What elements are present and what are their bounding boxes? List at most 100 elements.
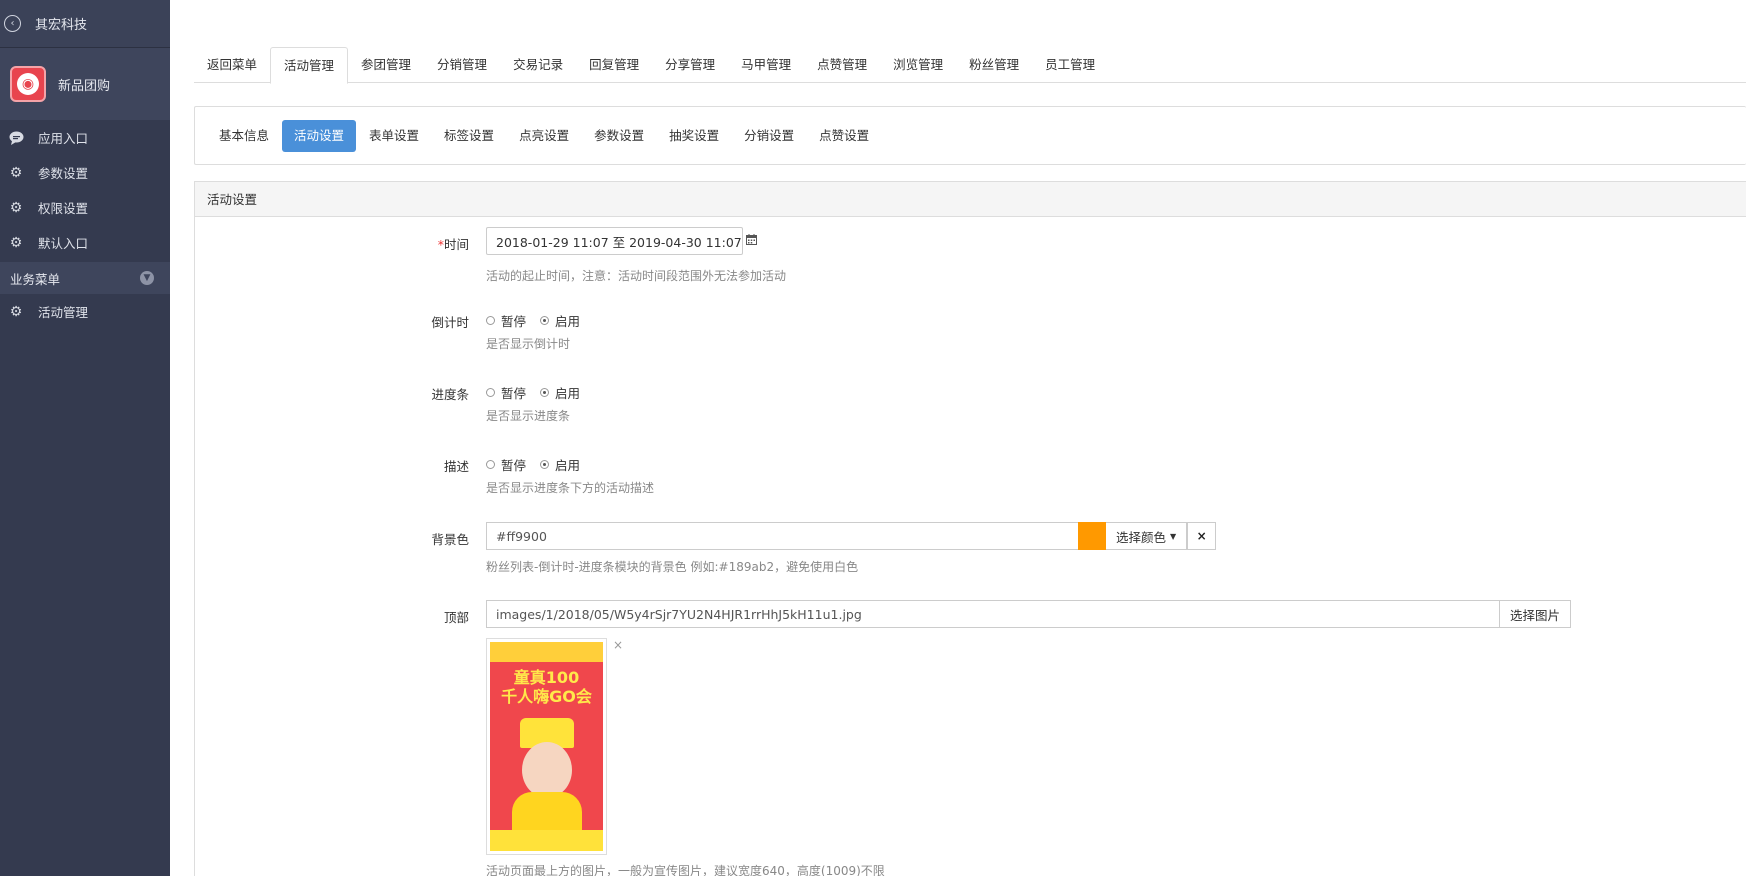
subtab-form-settings[interactable]: 表单设置 [357,120,431,152]
time-label: *时间 [438,234,469,253]
bgcolor-help: 粉丝列表-倒计时-进度条模块的背景色 例如:#189ab2，避免使用白色 [486,560,859,574]
desc-label: 描述 [443,459,469,474]
calendar-icon [745,234,757,248]
sidebar: ‹ 其宏科技 ◉ 新品团购 应用入口 ⚙ 参数设置 ⚙ 权限设置 ⚙ 默认入口 … [0,0,170,876]
clear-color-button[interactable]: × [1187,522,1217,550]
bgcolor-input[interactable]: #ff9900 [486,522,1078,550]
progress-label: 进度条 [431,387,469,402]
gear-icon: ⚙ [9,199,23,216]
sidebar-item-activity-manage[interactable]: ⚙ 活动管理 [0,294,170,329]
activity-settings-panel: 活动设置 *时间 2018-01-29 11:07 至 2019-04-30 1… [194,181,1746,876]
time-help: 活动的起止时间，注意：活动时间段范围外无法参加活动 [486,269,787,283]
radio-label: 启用 [555,457,581,473]
panel-title: 活动设置 [195,182,1746,217]
sidebar-item-default-entry[interactable]: ⚙ 默认入口 [0,225,170,260]
pick-color-label: 选择颜色 [1116,529,1167,545]
tab-reply-manage[interactable]: 回复管理 [576,47,652,83]
main-content: 返回菜单 活动管理 参团管理 分销管理 交易记录 回复管理 分享管理 马甲管理 … [194,0,1746,876]
gear-icon: ⚙ [9,303,23,320]
radio-label: 启用 [555,313,581,329]
radio-icon [486,459,495,469]
tab-fans-manage[interactable]: 粉丝管理 [956,47,1032,83]
countdown-field: 暂停 启用 [486,311,594,329]
tab-transactions[interactable]: 交易记录 [500,47,576,83]
tab-view-manage[interactable]: 浏览管理 [880,47,956,83]
countdown-help: 是否显示倒计时 [486,337,571,351]
sidebar-app[interactable]: ◉ 新品团购 [0,48,170,120]
radio-label: 启用 [555,385,581,401]
top-image-label: 顶部 [443,610,469,625]
progress-radio-on[interactable]: 启用 [540,383,580,402]
tab-share-manage[interactable]: 分享管理 [652,47,728,83]
sidebar-back-label: 其宏科技 [35,18,88,33]
sidebar-back[interactable]: ‹ 其宏科技 [0,0,170,48]
time-field: 2018-01-29 11:07 至 2019-04-30 11:07 [486,227,757,255]
bgcolor-field: #ff9900 选择颜色 ▼ × [486,522,1217,550]
color-swatch [1078,522,1106,550]
bgcolor-label: 背景色 [431,532,469,547]
top-image-thumbnail: 童真100 千人嗨GO会 [486,638,607,855]
progress-radio-off[interactable]: 暂停 [486,383,526,402]
sidebar-item-app-entry[interactable]: 应用入口 [0,120,170,155]
desc-help: 是否显示进度条下方的活动描述 [486,481,655,495]
sidebar-section-business[interactable]: 业务菜单 ▼ [0,262,170,294]
desc-radio-off[interactable]: 暂停 [486,455,526,474]
progress-field: 暂停 启用 [486,383,594,401]
radio-checked-icon [540,315,550,325]
pick-color-button[interactable]: 选择颜色 ▼ [1106,522,1188,550]
sub-tab-bar: 基本信息 活动设置 表单设置 标签设置 点亮设置 参数设置 抽奖设置 分销设置 … [194,106,1746,165]
subtab-like-settings[interactable]: 点赞设置 [807,120,881,152]
radio-label: 暂停 [501,313,527,329]
sidebar-item-label: 活动管理 [38,305,89,320]
chevron-left-icon: ‹ [4,15,21,32]
subtab-param-settings[interactable]: 参数设置 [582,120,656,152]
promo-image: 童真100 千人嗨GO会 [490,642,603,851]
gear-icon: ⚙ [9,164,23,181]
sidebar-section-label: 业务菜单 [10,271,61,287]
desc-field: 暂停 启用 [486,455,594,473]
remove-image-icon[interactable]: × [613,638,623,652]
sidebar-item-label: 参数设置 [38,166,89,181]
tab-distribution-manage[interactable]: 分销管理 [424,47,500,83]
radio-icon [486,315,495,325]
countdown-radio-on[interactable]: 启用 [540,311,580,330]
sidebar-item-label: 默认入口 [38,236,89,251]
top-image-field: images/1/2018/05/W5y4rSjr7YU2N4HJR1rrHhJ… [486,600,1572,628]
select-image-button[interactable]: 选择图片 [1500,600,1572,628]
tab-group-manage[interactable]: 参团管理 [348,47,424,83]
caret-down-icon: ▼ [1170,531,1177,541]
date-range-value: 2018-01-29 11:07 至 2019-04-30 11:07 [496,234,742,250]
radio-icon [486,387,495,397]
sidebar-item-label: 应用入口 [38,131,89,146]
subtab-light-settings[interactable]: 点亮设置 [507,120,581,152]
top-tab-bar: 返回菜单 活动管理 参团管理 分销管理 交易记录 回复管理 分享管理 马甲管理 … [194,47,1746,84]
sidebar-item-label: 权限设置 [38,201,89,216]
app-name: 新品团购 [58,78,111,94]
subtab-lottery-settings[interactable]: 抽奖设置 [657,120,731,152]
subtab-basic-info[interactable]: 基本信息 [207,120,281,152]
top-image-input[interactable]: images/1/2018/05/W5y4rSjr7YU2N4HJR1rrHhJ… [486,600,1500,628]
chat-icon [8,130,24,146]
radio-checked-icon [540,459,550,469]
progress-help: 是否显示进度条 [486,409,571,423]
top-image-help: 活动页面最上方的图片，一般为宣传图片，建议宽度640，高度(1009)不限 [486,864,885,876]
desc-radio-on[interactable]: 启用 [540,455,580,474]
radio-label: 暂停 [501,385,527,401]
subtab-tag-settings[interactable]: 标签设置 [432,120,506,152]
sidebar-item-params[interactable]: ⚙ 参数设置 [0,155,170,190]
tab-back-menu[interactable]: 返回菜单 [194,47,270,83]
tab-activity-manage[interactable]: 活动管理 [270,47,349,84]
chevron-down-icon: ▼ [140,271,154,285]
subtab-distribution-settings[interactable]: 分销设置 [732,120,806,152]
radio-label: 暂停 [501,457,527,473]
countdown-radio-off[interactable]: 暂停 [486,311,526,330]
time-label-text: 时间 [443,237,469,252]
countdown-label: 倒计时 [431,315,469,330]
tab-like-manage[interactable]: 点赞管理 [804,47,880,83]
subtab-activity-settings[interactable]: 活动设置 [282,119,357,152]
tab-staff-manage[interactable]: 员工管理 [1032,47,1108,83]
date-range-input[interactable]: 2018-01-29 11:07 至 2019-04-30 11:07 [486,227,757,255]
radio-checked-icon [540,387,550,397]
sidebar-item-permissions[interactable]: ⚙ 权限设置 [0,190,170,225]
tab-vest-manage[interactable]: 马甲管理 [728,47,804,83]
